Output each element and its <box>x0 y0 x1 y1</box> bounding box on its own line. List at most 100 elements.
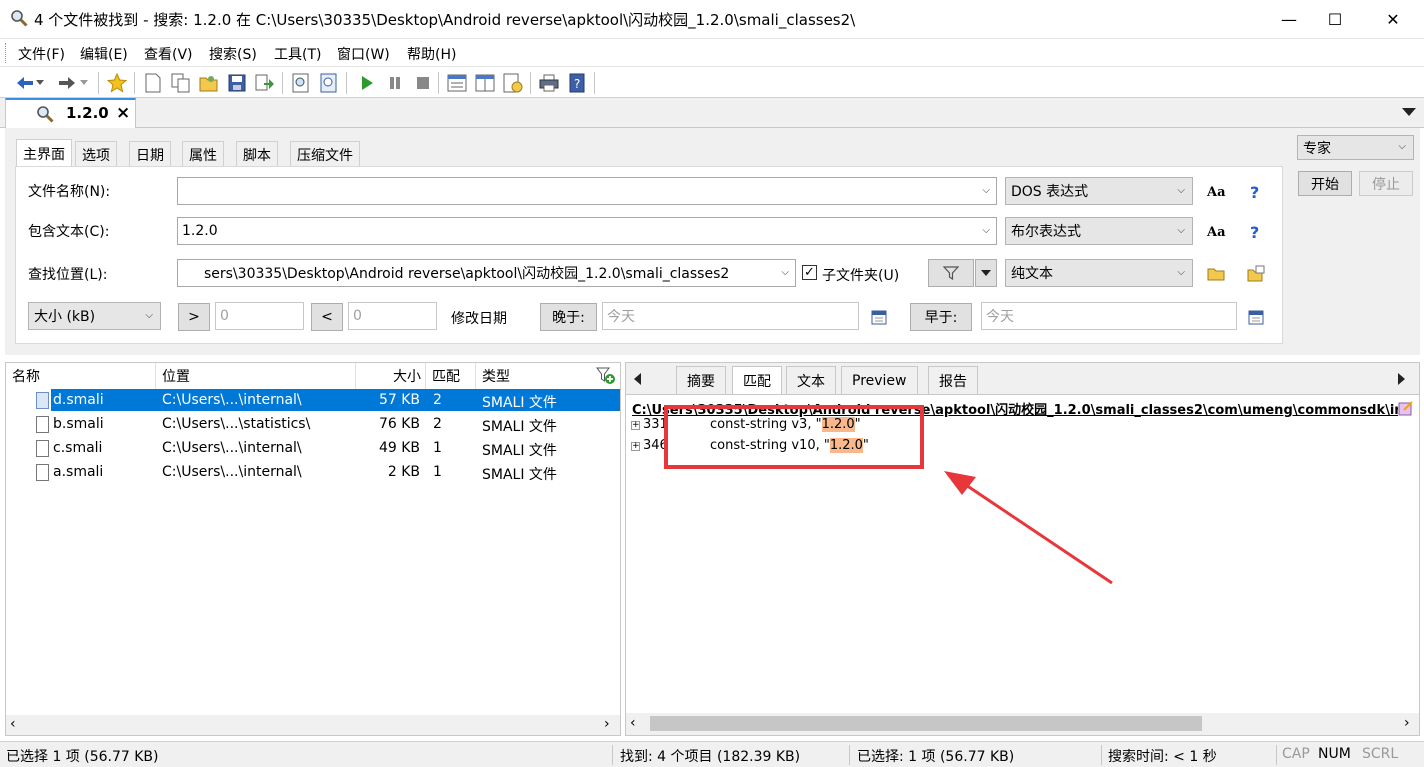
size-min-input[interactable]: 0 <box>215 302 304 330</box>
tab-summary[interactable]: 摘要 <box>676 366 726 394</box>
table-row[interactable]: d.smali C:\Users\...\internal\ 57 KB 2 S… <box>6 389 620 413</box>
play-icon[interactable] <box>356 72 378 94</box>
export-icon[interactable] <box>254 72 276 94</box>
row-size: 76 KB <box>378 416 420 432</box>
status-selected: 已选择 1 项 (56.77 KB) <box>6 749 159 765</box>
help-icon[interactable]: ? <box>1250 223 1259 242</box>
open-icon[interactable] <box>198 72 220 94</box>
table-row[interactable]: a.smali C:\Users\...\internal\ 2 KB 1 SM… <box>6 461 620 485</box>
menu-window[interactable]: 窗口(W) <box>337 44 390 64</box>
help-book-icon[interactable]: ? <box>566 72 588 94</box>
folder-options-icon[interactable] <box>1247 265 1265 283</box>
column-name[interactable]: 名称 <box>6 363 156 389</box>
menu-help[interactable]: 帮助(H) <box>407 44 456 64</box>
chevron-down-icon <box>981 270 991 276</box>
filename-input[interactable]: ⌵ <box>177 177 997 205</box>
new-icon[interactable] <box>142 72 164 94</box>
filter-dropdown-button[interactable] <box>975 259 997 287</box>
chevron-down-icon: ⌵ <box>1398 141 1406 152</box>
save-icon[interactable] <box>226 72 248 94</box>
location-input[interactable]: sers\30335\Desktop\Android reverse\apkto… <box>177 259 796 287</box>
text-mode-select[interactable]: 纯文本 ⌵ <box>1005 259 1193 287</box>
row-type: SMALI 文件 <box>482 419 557 435</box>
scroll-right-icon[interactable]: › <box>604 716 610 732</box>
subfolders-checkbox[interactable]: ✓ <box>802 265 817 280</box>
status-bar: 已选择 1 项 (56.77 KB) 找到: 4 个项目 (182.39 KB)… <box>0 741 1424 767</box>
copy-icon[interactable] <box>170 72 192 94</box>
contains-mode-select[interactable]: 布尔表达式 ⌵ <box>1005 217 1193 245</box>
table-row[interactable]: b.smali C:\Users\...\statistics\ 76 KB 2… <box>6 413 620 437</box>
column-type[interactable]: 类型 <box>476 363 594 389</box>
tab-scroll-left-icon[interactable] <box>634 373 641 385</box>
tab-matches[interactable]: 匹配 <box>732 366 782 394</box>
column-location[interactable]: 位置 <box>156 363 356 389</box>
mode-select[interactable]: 专家 ⌵ <box>1297 135 1414 160</box>
case-sensitive-icon[interactable]: Aa <box>1207 185 1226 200</box>
tab-attributes[interactable]: 属性 <box>182 141 224 167</box>
column-matches[interactable]: 匹配 <box>426 363 476 389</box>
stop-icon[interactable] <box>412 72 434 94</box>
case-sensitive-icon[interactable]: Aa <box>1207 225 1226 240</box>
open-in-editor-icon[interactable] <box>1398 400 1414 416</box>
tab-archive[interactable]: 压缩文件 <box>290 141 360 167</box>
help-icon[interactable]: ? <box>1250 183 1259 202</box>
after-date-input[interactable]: 今天 <box>602 302 859 330</box>
back-icon[interactable] <box>14 72 36 94</box>
tab-preview[interactable]: Preview <box>841 366 918 394</box>
back-dropdown-icon[interactable] <box>34 72 46 94</box>
pause-icon[interactable] <box>384 72 406 94</box>
view-details-icon[interactable] <box>446 72 468 94</box>
scroll-left-icon[interactable]: ‹ <box>630 715 636 731</box>
stop-button[interactable]: 停止 <box>1359 171 1413 196</box>
before-date-input[interactable]: 今天 <box>981 302 1237 330</box>
greater-than-button[interactable]: > <box>178 303 210 331</box>
expand-icon[interactable]: + <box>631 421 640 430</box>
scrollbar-thumb[interactable] <box>650 716 1202 731</box>
less-than-button[interactable]: < <box>311 303 343 331</box>
contains-text-input[interactable]: 1.2.0 ⌵ <box>177 217 997 245</box>
after-date-button[interactable]: 晚于: <box>540 303 597 331</box>
calendar-icon[interactable] <box>1248 309 1264 325</box>
horizontal-scrollbar[interactable]: ‹ › <box>626 713 1419 735</box>
browse-folder-icon[interactable] <box>1207 266 1225 281</box>
close-window-button[interactable]: ✕ <box>1366 0 1420 38</box>
filename-mode-select[interactable]: DOS 表达式 ⌵ <box>1005 177 1193 205</box>
close-tab-button[interactable]: × <box>116 103 130 123</box>
menu-view[interactable]: 查看(V) <box>144 44 193 64</box>
menu-tools[interactable]: 工具(T) <box>274 44 321 64</box>
find-in-file-icon[interactable] <box>290 72 312 94</box>
tab-options[interactable]: 选项 <box>75 141 117 167</box>
before-date-button[interactable]: 早于: <box>910 303 972 331</box>
tab-report[interactable]: 报告 <box>928 366 978 394</box>
tab-text[interactable]: 文本 <box>786 366 836 394</box>
horizontal-scrollbar[interactable]: ‹ › <box>6 715 620 735</box>
size-max-input[interactable]: 0 <box>348 302 437 330</box>
tab-scroll-right-icon[interactable] <box>1398 373 1405 385</box>
forward-icon[interactable] <box>56 72 78 94</box>
print-icon[interactable] <box>538 72 560 94</box>
tab-main[interactable]: 主界面 <box>16 139 72 167</box>
menu-file[interactable]: 文件(F) <box>18 44 65 64</box>
table-row[interactable]: c.smali C:\Users\...\internal\ 49 KB 1 S… <box>6 437 620 461</box>
filter-button[interactable] <box>928 259 974 287</box>
expand-icon[interactable]: + <box>631 442 640 451</box>
report-icon[interactable] <box>502 72 524 94</box>
filter-add-icon[interactable] <box>596 367 616 385</box>
menu-search[interactable]: 搜索(S) <box>209 44 257 64</box>
search-document-tab[interactable]: 1.2.0 × <box>5 98 136 128</box>
favorite-star-icon[interactable] <box>106 72 128 94</box>
scroll-left-icon[interactable]: ‹ <box>10 716 16 732</box>
tab-date[interactable]: 日期 <box>129 141 171 167</box>
scroll-right-icon[interactable]: › <box>1404 715 1410 731</box>
forward-dropdown-icon[interactable] <box>78 72 90 94</box>
view-split-icon[interactable] <box>474 72 496 94</box>
start-button[interactable]: 开始 <box>1298 171 1352 196</box>
menu-edit[interactable]: 编辑(E) <box>80 44 128 64</box>
find-next-icon[interactable] <box>318 72 340 94</box>
column-size[interactable]: 大小 <box>356 363 426 389</box>
maximize-button[interactable]: ☐ <box>1308 0 1362 38</box>
tab-list-dropdown-icon[interactable] <box>1402 108 1416 117</box>
size-unit-select[interactable]: 大小 (kB) ⌵ <box>28 302 161 330</box>
tab-script[interactable]: 脚本 <box>236 141 278 167</box>
calendar-icon[interactable] <box>871 309 887 325</box>
